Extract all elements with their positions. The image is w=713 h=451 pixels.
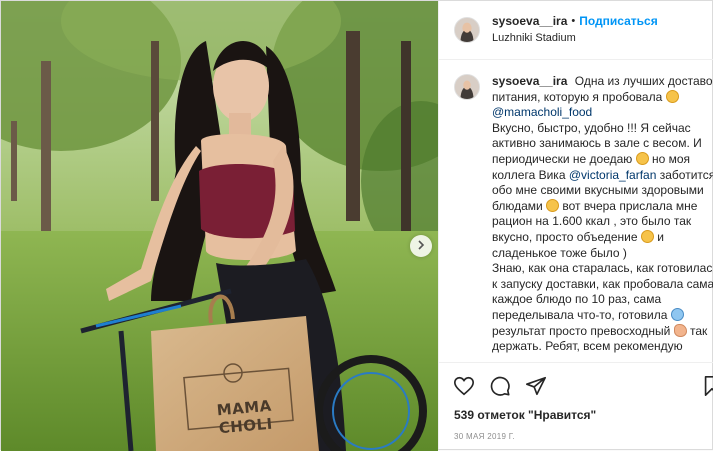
flexed-biceps-emoji-icon <box>673 323 687 337</box>
avatar[interactable] <box>454 74 480 100</box>
mention-link[interactable]: @mamacholi_food <box>492 105 592 119</box>
yum-emoji-icon <box>546 198 560 212</box>
caption-comment: sysoeva__ira Одна из лучших доставок пит… <box>454 74 713 355</box>
chevron-right-icon <box>416 237 426 255</box>
post-sidebar: sysoeva__ira • Подписаться Luzhniki Stad… <box>438 1 713 449</box>
separator-dot: • <box>571 15 576 27</box>
action-bar <box>439 362 713 408</box>
location-link[interactable]: Luzhniki Stadium <box>492 31 658 46</box>
post-image[interactable]: MAMA CHOLI <box>1 1 438 451</box>
scream-emoji-icon <box>670 307 684 321</box>
bookmark-icon[interactable] <box>701 375 713 397</box>
smile-emoji-icon <box>665 89 679 103</box>
post-header: sysoeva__ira • Подписаться Luzhniki Stad… <box>439 1 713 60</box>
heart-icon[interactable] <box>453 375 475 397</box>
comments-area[interactable]: sysoeva__ira Одна из лучших доставок пит… <box>439 60 713 362</box>
post-date: 30 МАЯ 2019 Г. <box>454 432 515 441</box>
share-icon[interactable] <box>525 375 547 397</box>
caption-part: Ребят, всем рекомендую <box>545 339 683 354</box>
caption-part: результат просто превосходный <box>492 323 671 338</box>
follow-button[interactable]: Подписаться <box>579 14 657 29</box>
username-link[interactable]: sysoeva__ira <box>492 14 567 29</box>
photo-woman-bicycle <box>1 1 438 451</box>
caption-text: sysoeva__ira Одна из лучших доставок пит… <box>492 74 713 355</box>
likes-count[interactable]: 539 отметок "Нравится" <box>439 408 713 426</box>
mention-link[interactable]: @victoria_farfan <box>569 168 657 182</box>
yum-emoji-icon <box>640 229 654 243</box>
sad-emoji-icon <box>635 151 649 165</box>
caption-username[interactable]: sysoeva__ira <box>492 74 567 88</box>
comment-icon[interactable] <box>489 375 511 397</box>
instagram-post: MAMA CHOLI sysoeva__ira • Подписаться Lu… <box>0 0 713 451</box>
next-image-button[interactable] <box>410 235 432 257</box>
avatar[interactable] <box>454 17 480 43</box>
